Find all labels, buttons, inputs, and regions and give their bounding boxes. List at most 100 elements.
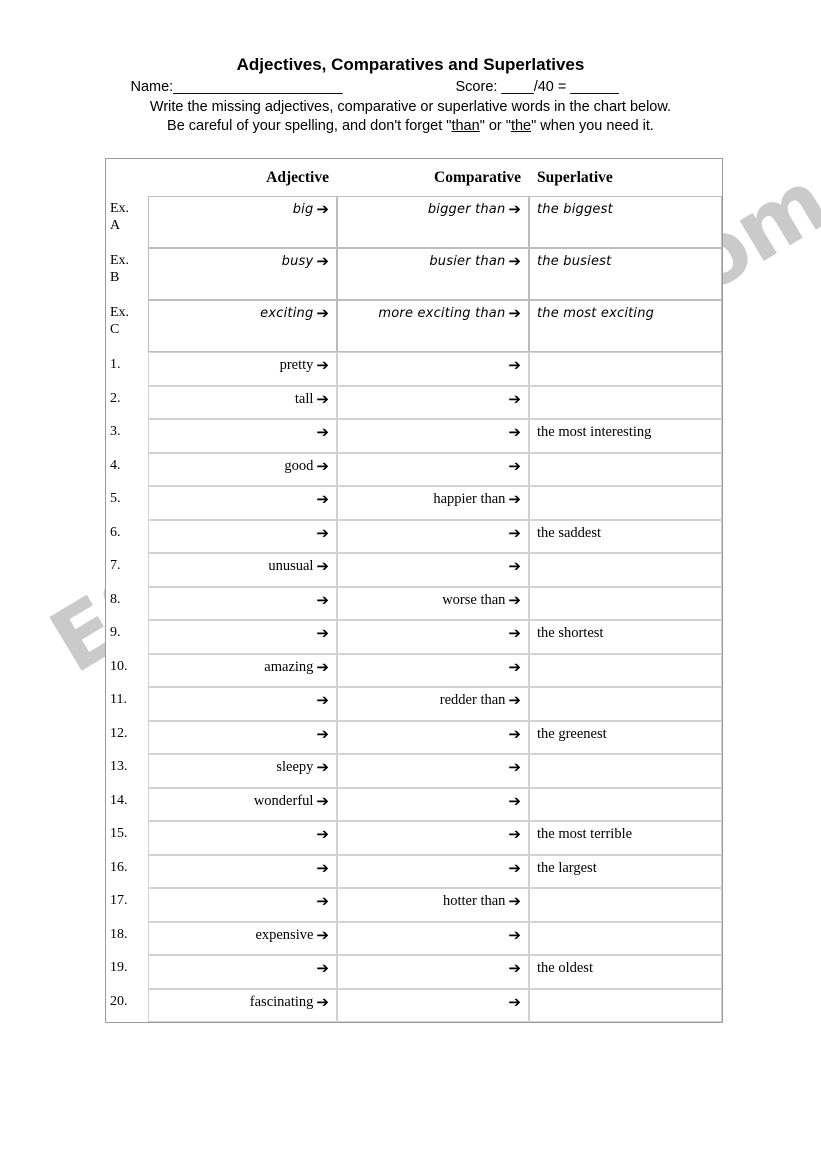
adjective-input-box[interactable]: ➔ (148, 955, 337, 989)
comparative-input-box[interactable]: more exciting than ➔ (337, 300, 529, 352)
cell-superlative[interactable]: the oldest (529, 955, 722, 989)
superlative-input-box[interactable]: the busiest (529, 248, 722, 300)
adjective-input-box[interactable]: unusual ➔ (148, 553, 337, 587)
cell-superlative[interactable] (529, 385, 722, 419)
cell-adjective[interactable]: wonderful ➔ (148, 787, 337, 821)
adjective-input-box[interactable]: tall ➔ (148, 385, 337, 419)
superlative-input-box[interactable] (529, 754, 722, 788)
adjective-input-box[interactable]: ➔ (148, 821, 337, 855)
adjective-input-box[interactable]: fascinating ➔ (148, 988, 337, 1022)
cell-comparative[interactable]: ➔ (337, 787, 529, 821)
comparative-input-box[interactable]: ➔ (337, 620, 529, 654)
cell-comparative[interactable]: ➔ (337, 821, 529, 855)
cell-comparative[interactable]: ➔ (337, 519, 529, 553)
adjective-input-box[interactable]: ➔ (148, 519, 337, 553)
cell-superlative[interactable] (529, 787, 722, 821)
adjective-input-box[interactable]: ➔ (148, 888, 337, 922)
superlative-input-box[interactable] (529, 921, 722, 955)
cell-comparative[interactable]: more exciting than ➔ (337, 300, 529, 352)
adjective-input-box[interactable]: exciting ➔ (148, 300, 337, 352)
cell-superlative[interactable] (529, 888, 722, 922)
comparative-input-box[interactable]: ➔ (337, 988, 529, 1022)
cell-adjective[interactable]: ➔ (148, 519, 337, 553)
cell-superlative[interactable] (529, 687, 722, 721)
superlative-input-box[interactable] (529, 586, 722, 620)
comparative-input-box[interactable]: ➔ (337, 821, 529, 855)
superlative-input-box[interactable]: the oldest (529, 955, 722, 989)
superlative-input-box[interactable] (529, 687, 722, 721)
cell-adjective[interactable]: ➔ (148, 821, 337, 855)
comparative-input-box[interactable]: busier than ➔ (337, 248, 529, 300)
cell-comparative[interactable]: hotter than ➔ (337, 888, 529, 922)
comparative-input-box[interactable]: ➔ (337, 787, 529, 821)
cell-superlative[interactable]: the shortest (529, 620, 722, 654)
cell-adjective[interactable]: ➔ (148, 720, 337, 754)
superlative-input-box[interactable]: the most exciting (529, 300, 722, 352)
cell-adjective[interactable]: amazing ➔ (148, 653, 337, 687)
cell-adjective[interactable]: ➔ (148, 955, 337, 989)
cell-adjective[interactable]: pretty ➔ (148, 352, 337, 386)
adjective-input-box[interactable]: expensive ➔ (148, 921, 337, 955)
cell-superlative[interactable]: the most terrible (529, 821, 722, 855)
comparative-input-box[interactable]: ➔ (337, 754, 529, 788)
cell-superlative[interactable] (529, 553, 722, 587)
cell-comparative[interactable]: ➔ (337, 854, 529, 888)
comparative-input-box[interactable]: ➔ (337, 385, 529, 419)
cell-superlative[interactable]: the busiest (529, 248, 722, 300)
cell-superlative[interactable]: the biggest (529, 196, 722, 248)
adjective-input-box[interactable]: big ➔ (148, 196, 337, 248)
comparative-input-box[interactable]: ➔ (337, 955, 529, 989)
comparative-input-box[interactable]: worse than ➔ (337, 586, 529, 620)
cell-superlative[interactable]: the largest (529, 854, 722, 888)
cell-superlative[interactable] (529, 653, 722, 687)
cell-superlative[interactable] (529, 921, 722, 955)
comparative-input-box[interactable]: ➔ (337, 519, 529, 553)
comparative-input-box[interactable]: ➔ (337, 452, 529, 486)
comparative-input-box[interactable]: ➔ (337, 352, 529, 386)
adjective-input-box[interactable]: ➔ (148, 419, 337, 453)
cell-comparative[interactable]: ➔ (337, 553, 529, 587)
superlative-input-box[interactable] (529, 653, 722, 687)
cell-adjective[interactable]: fascinating ➔ (148, 988, 337, 1022)
cell-superlative[interactable] (529, 754, 722, 788)
cell-comparative[interactable]: ➔ (337, 754, 529, 788)
superlative-input-box[interactable] (529, 553, 722, 587)
adjective-input-box[interactable]: ➔ (148, 720, 337, 754)
superlative-input-box[interactable] (529, 385, 722, 419)
superlative-input-box[interactable] (529, 452, 722, 486)
comparative-input-box[interactable]: ➔ (337, 653, 529, 687)
cell-comparative[interactable]: worse than ➔ (337, 586, 529, 620)
adjective-input-box[interactable]: ➔ (148, 486, 337, 520)
cell-comparative[interactable]: ➔ (337, 653, 529, 687)
cell-superlative[interactable] (529, 452, 722, 486)
comparative-input-box[interactable]: happier than ➔ (337, 486, 529, 520)
comparative-input-box[interactable]: ➔ (337, 419, 529, 453)
adjective-input-box[interactable]: busy ➔ (148, 248, 337, 300)
cell-comparative[interactable]: ➔ (337, 620, 529, 654)
adjective-input-box[interactable]: sleepy ➔ (148, 754, 337, 788)
comparative-input-box[interactable]: redder than ➔ (337, 687, 529, 721)
cell-superlative[interactable]: the most interesting (529, 419, 722, 453)
superlative-input-box[interactable]: the most terrible (529, 821, 722, 855)
cell-superlative[interactable] (529, 486, 722, 520)
cell-adjective[interactable]: ➔ (148, 419, 337, 453)
superlative-input-box[interactable] (529, 787, 722, 821)
comparative-input-box[interactable]: ➔ (337, 553, 529, 587)
cell-adjective[interactable]: busy ➔ (148, 248, 337, 300)
superlative-input-box[interactable]: the largest (529, 854, 722, 888)
cell-adjective[interactable]: tall ➔ (148, 385, 337, 419)
cell-adjective[interactable]: ➔ (148, 486, 337, 520)
superlative-input-box[interactable]: the biggest (529, 196, 722, 248)
cell-adjective[interactable]: ➔ (148, 888, 337, 922)
cell-adjective[interactable]: expensive ➔ (148, 921, 337, 955)
cell-comparative[interactable]: ➔ (337, 720, 529, 754)
superlative-input-box[interactable] (529, 352, 722, 386)
cell-comparative[interactable]: ➔ (337, 988, 529, 1022)
superlative-input-box[interactable]: the saddest (529, 519, 722, 553)
cell-adjective[interactable]: exciting ➔ (148, 300, 337, 352)
comparative-input-box[interactable]: ➔ (337, 921, 529, 955)
cell-adjective[interactable]: sleepy ➔ (148, 754, 337, 788)
cell-superlative[interactable]: the most exciting (529, 300, 722, 352)
cell-superlative[interactable]: the greenest (529, 720, 722, 754)
adjective-input-box[interactable]: ➔ (148, 620, 337, 654)
